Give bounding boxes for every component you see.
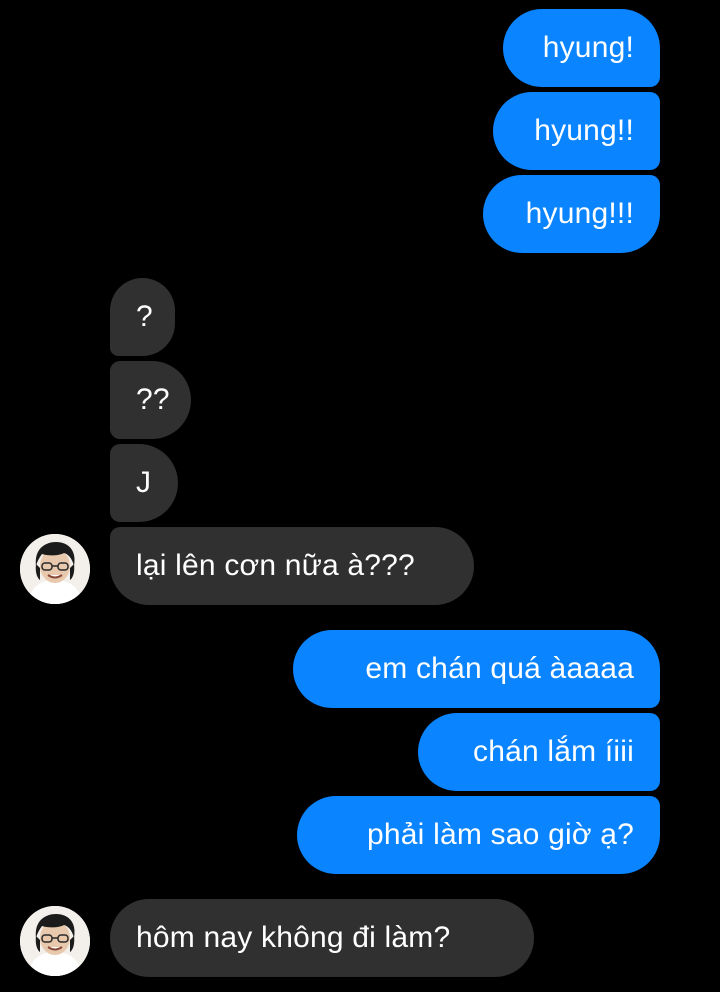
chat-thread: hyung! hyung!! hyung!!! ? ?? J lại lên c…	[0, 0, 720, 992]
sent-message-bubble[interactable]: em chán quá àaaaa	[293, 630, 660, 708]
received-message-bubble[interactable]: J	[110, 444, 178, 522]
sent-message-bubble[interactable]: chán lắm íiii	[418, 713, 660, 791]
received-message-bubble[interactable]: hôm nay không đi làm?	[110, 899, 534, 977]
received-message-bubble[interactable]: lại lên cơn nữa à???	[110, 527, 474, 605]
received-message-bubble[interactable]: ?	[110, 278, 175, 356]
contact-avatar[interactable]	[20, 906, 90, 976]
sent-message-bubble[interactable]: phải làm sao giờ ạ?	[297, 796, 660, 874]
avatar-image	[20, 534, 90, 604]
sent-message-bubble[interactable]: hyung!!	[493, 92, 660, 170]
avatar-image	[20, 906, 90, 976]
sent-message-bubble[interactable]: hyung!!!	[483, 175, 660, 253]
received-message-bubble[interactable]: ??	[110, 361, 191, 439]
contact-avatar[interactable]	[20, 534, 90, 604]
sent-message-bubble[interactable]: hyung!	[503, 9, 660, 87]
